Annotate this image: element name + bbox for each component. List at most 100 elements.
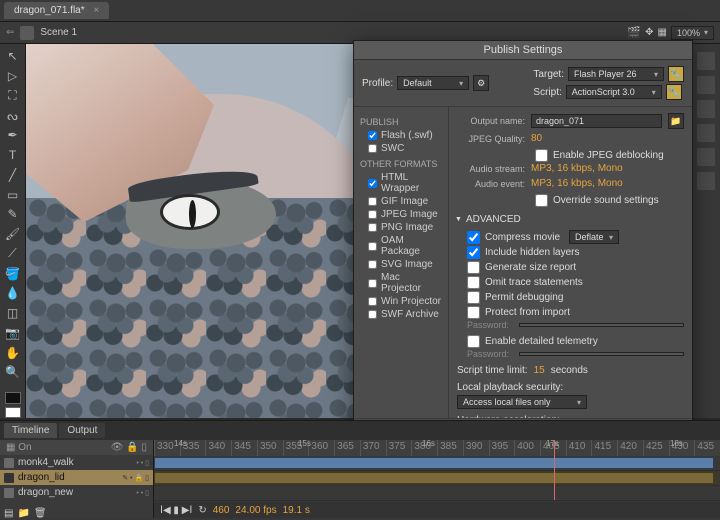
delete-layer-icon[interactable]: 🗑	[34, 508, 47, 519]
bone-tool[interactable]: ⟋	[4, 246, 22, 263]
script-label: Script:	[533, 87, 561, 98]
new-layer-icon[interactable]: ▤	[4, 508, 13, 519]
pen-tool[interactable]: ✒	[4, 127, 22, 144]
profile-select[interactable]: Default	[397, 76, 469, 90]
script-time-value[interactable]: 15	[534, 365, 545, 376]
local-security-label: Local playback security:	[457, 382, 684, 393]
document-tab[interactable]: dragon_071.fla* ×	[4, 2, 109, 19]
format-list: PUBLISH Flash (.swf) SWC OTHER FORMATS H…	[354, 107, 449, 418]
timeline-tab[interactable]: Timeline	[4, 423, 57, 438]
output-browse-icon[interactable]: 📁	[668, 113, 684, 129]
properties-icon[interactable]	[697, 52, 715, 70]
playhead[interactable]	[554, 440, 555, 500]
compress-checkbox[interactable]: Compress movie Deflate	[457, 229, 684, 245]
advanced-header[interactable]: ADVANCED	[455, 214, 684, 225]
scene-name[interactable]: Scene 1	[40, 27, 77, 38]
hidden-layers-checkbox[interactable]: Include hidden layers	[457, 245, 684, 260]
format-oam[interactable]: OAM Package	[358, 234, 444, 258]
target-select[interactable]: Flash Player 26	[568, 67, 664, 81]
lasso-tool[interactable]: ᔓ	[4, 107, 22, 124]
selection-tool[interactable]: ↖	[4, 48, 22, 65]
override-sound-checkbox[interactable]: Override sound settings	[457, 193, 684, 208]
camera-tool[interactable]: 📷	[4, 325, 22, 342]
layer-row[interactable]: monk4_walk• • ▯	[0, 455, 153, 470]
time-value: 19.1 s	[283, 505, 310, 516]
zoom-select[interactable]: 100%	[671, 26, 714, 40]
format-html[interactable]: HTML Wrapper	[358, 171, 444, 195]
compress-select[interactable]: Deflate	[569, 230, 619, 244]
target-label: Target:	[533, 69, 564, 80]
telemetry-password-input[interactable]	[519, 352, 684, 356]
loop-icon[interactable]: ↻	[198, 505, 206, 516]
bucket-tool[interactable]: 🪣	[4, 265, 22, 282]
layer-list: ▦ On👁 🔒 ▯ monk4_walk• • ▯ dragon_lid✎ • …	[0, 440, 154, 518]
format-jpeg[interactable]: JPEG Image	[358, 208, 444, 221]
audio-event-value[interactable]: MP3, 16 kbps, Mono	[531, 178, 623, 189]
local-security-select[interactable]: Access local files only	[457, 395, 587, 409]
jpeg-deblock-checkbox[interactable]: Enable JPEG deblocking	[457, 148, 684, 163]
publish-header: PUBLISH	[360, 117, 444, 127]
eyedropper-tool[interactable]: 💧	[4, 285, 22, 302]
fill-color[interactable]	[5, 407, 21, 418]
format-flash[interactable]: Flash (.swf)	[358, 129, 444, 142]
text-tool[interactable]: T	[4, 147, 22, 164]
close-icon[interactable]: ×	[93, 5, 99, 16]
format-svg[interactable]: SVG Image	[358, 258, 444, 271]
output-name-label: Output name:	[457, 116, 525, 126]
hand-tool[interactable]: ✋	[4, 344, 22, 361]
format-win[interactable]: Win Projector	[358, 295, 444, 308]
onion-icon[interactable]: ▦ On	[6, 442, 32, 453]
back-icon[interactable]: ⇐	[6, 27, 14, 38]
profile-options-icon[interactable]: ⚙	[473, 75, 489, 91]
brush-tool[interactable]: 🖌	[4, 226, 22, 243]
password-input[interactable]	[519, 323, 684, 327]
timeline-panel: Timeline Output ▦ On👁 🔒 ▯ monk4_walk• • …	[0, 420, 720, 520]
crosshair-icon[interactable]: ✥	[645, 27, 653, 38]
pencil-tool[interactable]: ✎	[4, 206, 22, 223]
eraser-tool[interactable]: ◫	[4, 305, 22, 322]
rectangle-tool[interactable]: ▭	[4, 186, 22, 203]
format-gif[interactable]: GIF Image	[358, 195, 444, 208]
scene-icon	[20, 26, 34, 40]
script-time-label: Script time limit:	[457, 365, 528, 376]
zoom-tool[interactable]: 🔍	[4, 364, 22, 381]
format-swc[interactable]: SWC	[358, 142, 444, 155]
subselect-tool[interactable]: ▷	[4, 68, 22, 85]
free-transform-tool[interactable]: ⛶	[4, 88, 22, 105]
script-settings-icon[interactable]: 🔧	[666, 84, 682, 100]
jpeg-quality-value[interactable]: 80	[531, 133, 542, 144]
target-settings-icon[interactable]: 🔧	[668, 66, 684, 82]
color-icon[interactable]	[697, 124, 715, 142]
telemetry-checkbox[interactable]: Enable detailed telemetry	[457, 334, 684, 349]
seconds-label: seconds	[551, 365, 588, 376]
permit-debug-checkbox[interactable]: Permit debugging	[457, 290, 684, 305]
align-icon[interactable]	[697, 100, 715, 118]
jpeg-quality-label: JPEG Quality:	[457, 134, 525, 144]
format-png[interactable]: PNG Image	[358, 221, 444, 234]
swatches-icon[interactable]	[697, 148, 715, 166]
dialog-title: Publish Settings	[354, 41, 692, 60]
output-tab[interactable]: Output	[59, 423, 105, 438]
library-icon[interactable]	[697, 76, 715, 94]
layer-row[interactable]: dragon_lid✎ • 🔒 ▯	[0, 470, 153, 485]
script-select[interactable]: ActionScript 3.0	[566, 85, 662, 99]
new-folder-icon[interactable]: 📁	[17, 508, 29, 519]
stroke-color[interactable]	[5, 392, 21, 403]
format-mac[interactable]: Mac Projector	[358, 271, 444, 295]
tab-filename: dragon_071.fla*	[14, 5, 85, 16]
clapper-icon[interactable]: 🎬	[627, 26, 641, 39]
right-panel-strip	[690, 44, 720, 418]
output-name-input[interactable]: dragon_071	[531, 114, 662, 128]
protect-checkbox[interactable]: Protect from import	[457, 305, 684, 320]
format-swfarchive[interactable]: SWF Archive	[358, 308, 444, 321]
timeline-track[interactable]: 3303353403453503553603653703753803853903…	[154, 440, 720, 518]
size-report-checkbox[interactable]: Generate size report	[457, 260, 684, 275]
frame-nav-icon[interactable]: Ⅰ◀ ▮ ▶Ⅰ	[160, 505, 192, 516]
omit-trace-checkbox[interactable]: Omit trace statements	[457, 275, 684, 290]
cc-libraries-icon[interactable]	[697, 172, 715, 190]
audio-stream-value[interactable]: MP3, 16 kbps, Mono	[531, 163, 623, 174]
line-tool[interactable]: ╱	[4, 167, 22, 184]
current-frame: 460	[213, 505, 230, 516]
layer-row[interactable]: dragon_new• • ▯	[0, 485, 153, 500]
grid-icon[interactable]: ▦	[658, 27, 667, 38]
